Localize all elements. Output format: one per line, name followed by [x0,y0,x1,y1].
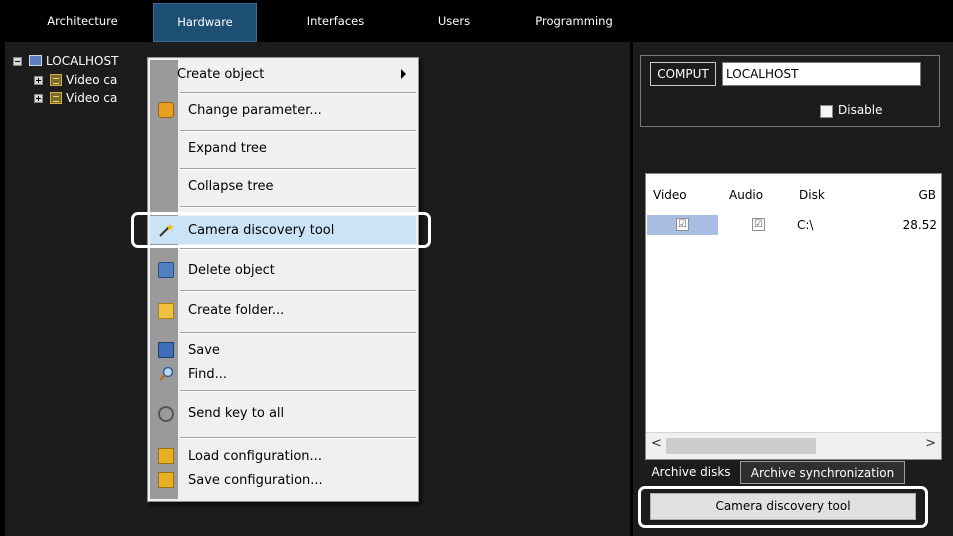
tab-interfaces[interactable]: Interfaces [283,0,388,42]
menu-item-save[interactable]: Save [150,338,416,362]
menu-item-label: Send key to all [188,405,285,421]
column-header-disk[interactable]: Disk [799,188,825,202]
menu-item-label: Load configuration... [188,448,322,464]
column-header-video[interactable]: Video [653,188,687,202]
archive-disks-grid[interactable]: Video Audio Disk GB ☑ ☑ C:\ 28.52 < > [645,173,942,460]
object-type-label: COMPUT [650,62,716,86]
column-header-gb[interactable]: GB [918,188,936,202]
gb-cell[interactable]: 28.52 [903,216,937,234]
menu-item-delete-object[interactable]: Delete object [150,256,416,284]
menu-separator [180,437,416,439]
menu-separator [180,248,416,250]
menu-item-label: Collapse tree [188,178,274,194]
menu-separator [180,390,416,392]
scroll-right-icon[interactable]: > [925,436,936,451]
menu-item-save-configuration[interactable]: Save configuration... [150,468,416,492]
menu-item-label: Delete object [188,262,275,278]
context-menu: Create object Change parameter... Expand… [147,57,419,502]
top-tab-bar: Architecture Hardware Interfaces Users P… [0,0,953,42]
disable-label: Disable [838,103,883,117]
disk-cell[interactable]: C:\ [797,216,813,234]
scrollbar-thumb[interactable] [666,438,816,454]
tab-hardware[interactable]: Hardware [153,3,257,42]
menu-item-expand-tree[interactable]: Expand tree [150,134,416,162]
menu-separator [180,168,416,170]
computer-icon [29,55,42,66]
highlight-callout [131,212,431,248]
menu-item-change-parameter[interactable]: Change parameter... [150,96,416,124]
menu-separator [180,332,416,334]
magnifier-icon [158,366,174,382]
expand-icon[interactable] [34,94,43,103]
submenu-arrow-icon [401,69,406,79]
tree-root-label: LOCALHOST [46,54,119,68]
audio-checkbox[interactable]: ☑ [752,218,765,231]
menu-item-create-object[interactable]: Create object [150,60,416,88]
menu-item-send-key-to-all[interactable]: Send key to all [150,399,416,427]
tab-archive-disks[interactable]: Archive disks [645,461,737,484]
horizontal-scrollbar[interactable]: < > [646,432,941,459]
save-icon [158,342,174,358]
scroll-left-icon[interactable]: < [651,436,662,451]
menu-item-label: Save configuration... [188,472,323,488]
menu-item-label: Save [188,342,220,358]
menu-separator [180,206,416,208]
tree-item-label: Video ca [66,73,118,87]
video-capture-icon [50,74,62,86]
menu-item-label: Expand tree [188,140,267,156]
folder-icon [158,303,174,319]
object-name-field[interactable] [722,62,921,86]
disable-checkbox[interactable] [820,105,833,118]
menu-separator [180,130,416,132]
expand-icon[interactable] [34,76,43,85]
tab-programming[interactable]: Programming [520,0,628,42]
collapse-icon[interactable] [13,57,22,66]
menu-separator [180,92,416,94]
save-config-icon [158,472,174,488]
refresh-icon [158,406,174,422]
app-window: Architecture Hardware Interfaces Users P… [0,0,953,536]
tab-archive-synchronization[interactable]: Archive synchronization [740,461,905,484]
menu-item-label: Create object [177,66,265,82]
load-config-icon [158,448,174,464]
tab-users[interactable]: Users [425,0,483,42]
delete-icon [158,262,174,278]
menu-separator [180,290,416,292]
column-header-audio[interactable]: Audio [729,188,763,202]
highlight-callout [638,486,928,528]
menu-item-label: Create folder... [188,302,285,318]
menu-item-collapse-tree[interactable]: Collapse tree [150,172,416,200]
menu-item-load-configuration[interactable]: Load configuration... [150,444,416,468]
video-checkbox[interactable]: ☑ [676,218,689,231]
wrench-icon [158,102,174,118]
menu-item-label: Change parameter... [188,102,322,118]
menu-item-create-folder[interactable]: Create folder... [150,296,416,324]
tree-item-label: Video ca [66,91,118,105]
video-capture-icon [50,92,62,104]
menu-item-label: Find... [188,366,228,382]
menu-item-find[interactable]: Find... [150,362,416,386]
tab-architecture[interactable]: Architecture [25,0,140,42]
